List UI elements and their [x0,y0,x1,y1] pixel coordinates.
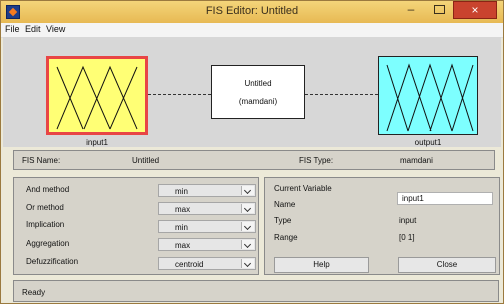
menu-edit[interactable]: Edit [25,24,41,34]
input-membership-functions [56,65,138,130]
fis-type-value: mamdani [400,156,433,165]
or-method-value: max [175,205,191,214]
dropdown-arrow-icon [241,186,254,195]
fis-title: Untitled [244,79,272,88]
input-connector [148,94,211,95]
or-method-label: Or method [26,203,64,212]
and-method-value: min [175,187,188,196]
menu-file[interactable]: File [5,24,20,34]
output-membership-functions [386,63,474,132]
menu-view[interactable]: View [46,24,65,34]
implication-value: min [175,223,188,232]
fis-type-label: FIS Type: [299,156,334,165]
status-text: Ready [22,288,46,297]
type-label: Type [274,216,292,225]
fis-diagram: input1 Untitled (mamdani) output1 [3,37,501,147]
fis-name-value: Untitled [132,156,160,165]
menu-bar: File Edit View [1,23,503,38]
fis-info-strip: FIS Name: Untitled FIS Type: mamdani [13,150,495,170]
defuzzification-select[interactable]: centroid [158,257,256,270]
dropdown-arrow-icon [241,204,254,213]
type-value: input [399,216,417,225]
status-bar: Ready [13,280,499,302]
fis-editor-window: FIS Editor: Untitled – × File Edit View … [0,0,504,304]
variable-name-input[interactable] [397,192,493,205]
fis-name-label: FIS Name: [22,156,61,165]
close-window-button[interactable]: × [453,1,497,19]
aggregation-value: max [175,241,191,250]
name-label: Name [274,200,296,209]
title-bar[interactable]: FIS Editor: Untitled – × [1,1,503,24]
aggregation-label: Aggregation [26,239,70,248]
current-variable-header: Current Variable [274,184,332,193]
dropdown-arrow-icon [241,222,254,231]
input-variable-box[interactable] [46,56,148,135]
range-value: [0 1] [399,233,415,242]
implication-label: Implication [26,220,65,229]
output-label: output1 [414,138,442,147]
rule-box[interactable]: Untitled (mamdani) [211,65,305,119]
or-method-select[interactable]: max [158,202,256,215]
input-label: input1 [86,138,108,147]
range-label: Range [274,233,298,242]
aggregation-select[interactable]: max [158,238,256,251]
output-variable-box[interactable] [378,56,478,135]
minimize-button[interactable]: – [397,1,425,19]
maximize-button[interactable] [427,1,451,19]
fis-type-in-diagram: (mamdani) [238,97,278,106]
dropdown-arrow-icon [241,259,254,268]
current-variable-panel: Current Variable Name Type input Range [… [264,177,500,275]
defuzzification-label: Defuzzification [26,257,79,266]
close-button[interactable]: Close [398,257,496,273]
help-button[interactable]: Help [274,257,369,273]
and-method-label: And method [26,185,70,194]
methods-panel: And method min Or method max Implication… [13,177,259,275]
and-method-select[interactable]: min [158,184,256,197]
implication-select[interactable]: min [158,220,256,233]
defuzzification-value: centroid [175,260,204,269]
dropdown-arrow-icon [241,240,254,249]
output-connector [305,94,378,95]
